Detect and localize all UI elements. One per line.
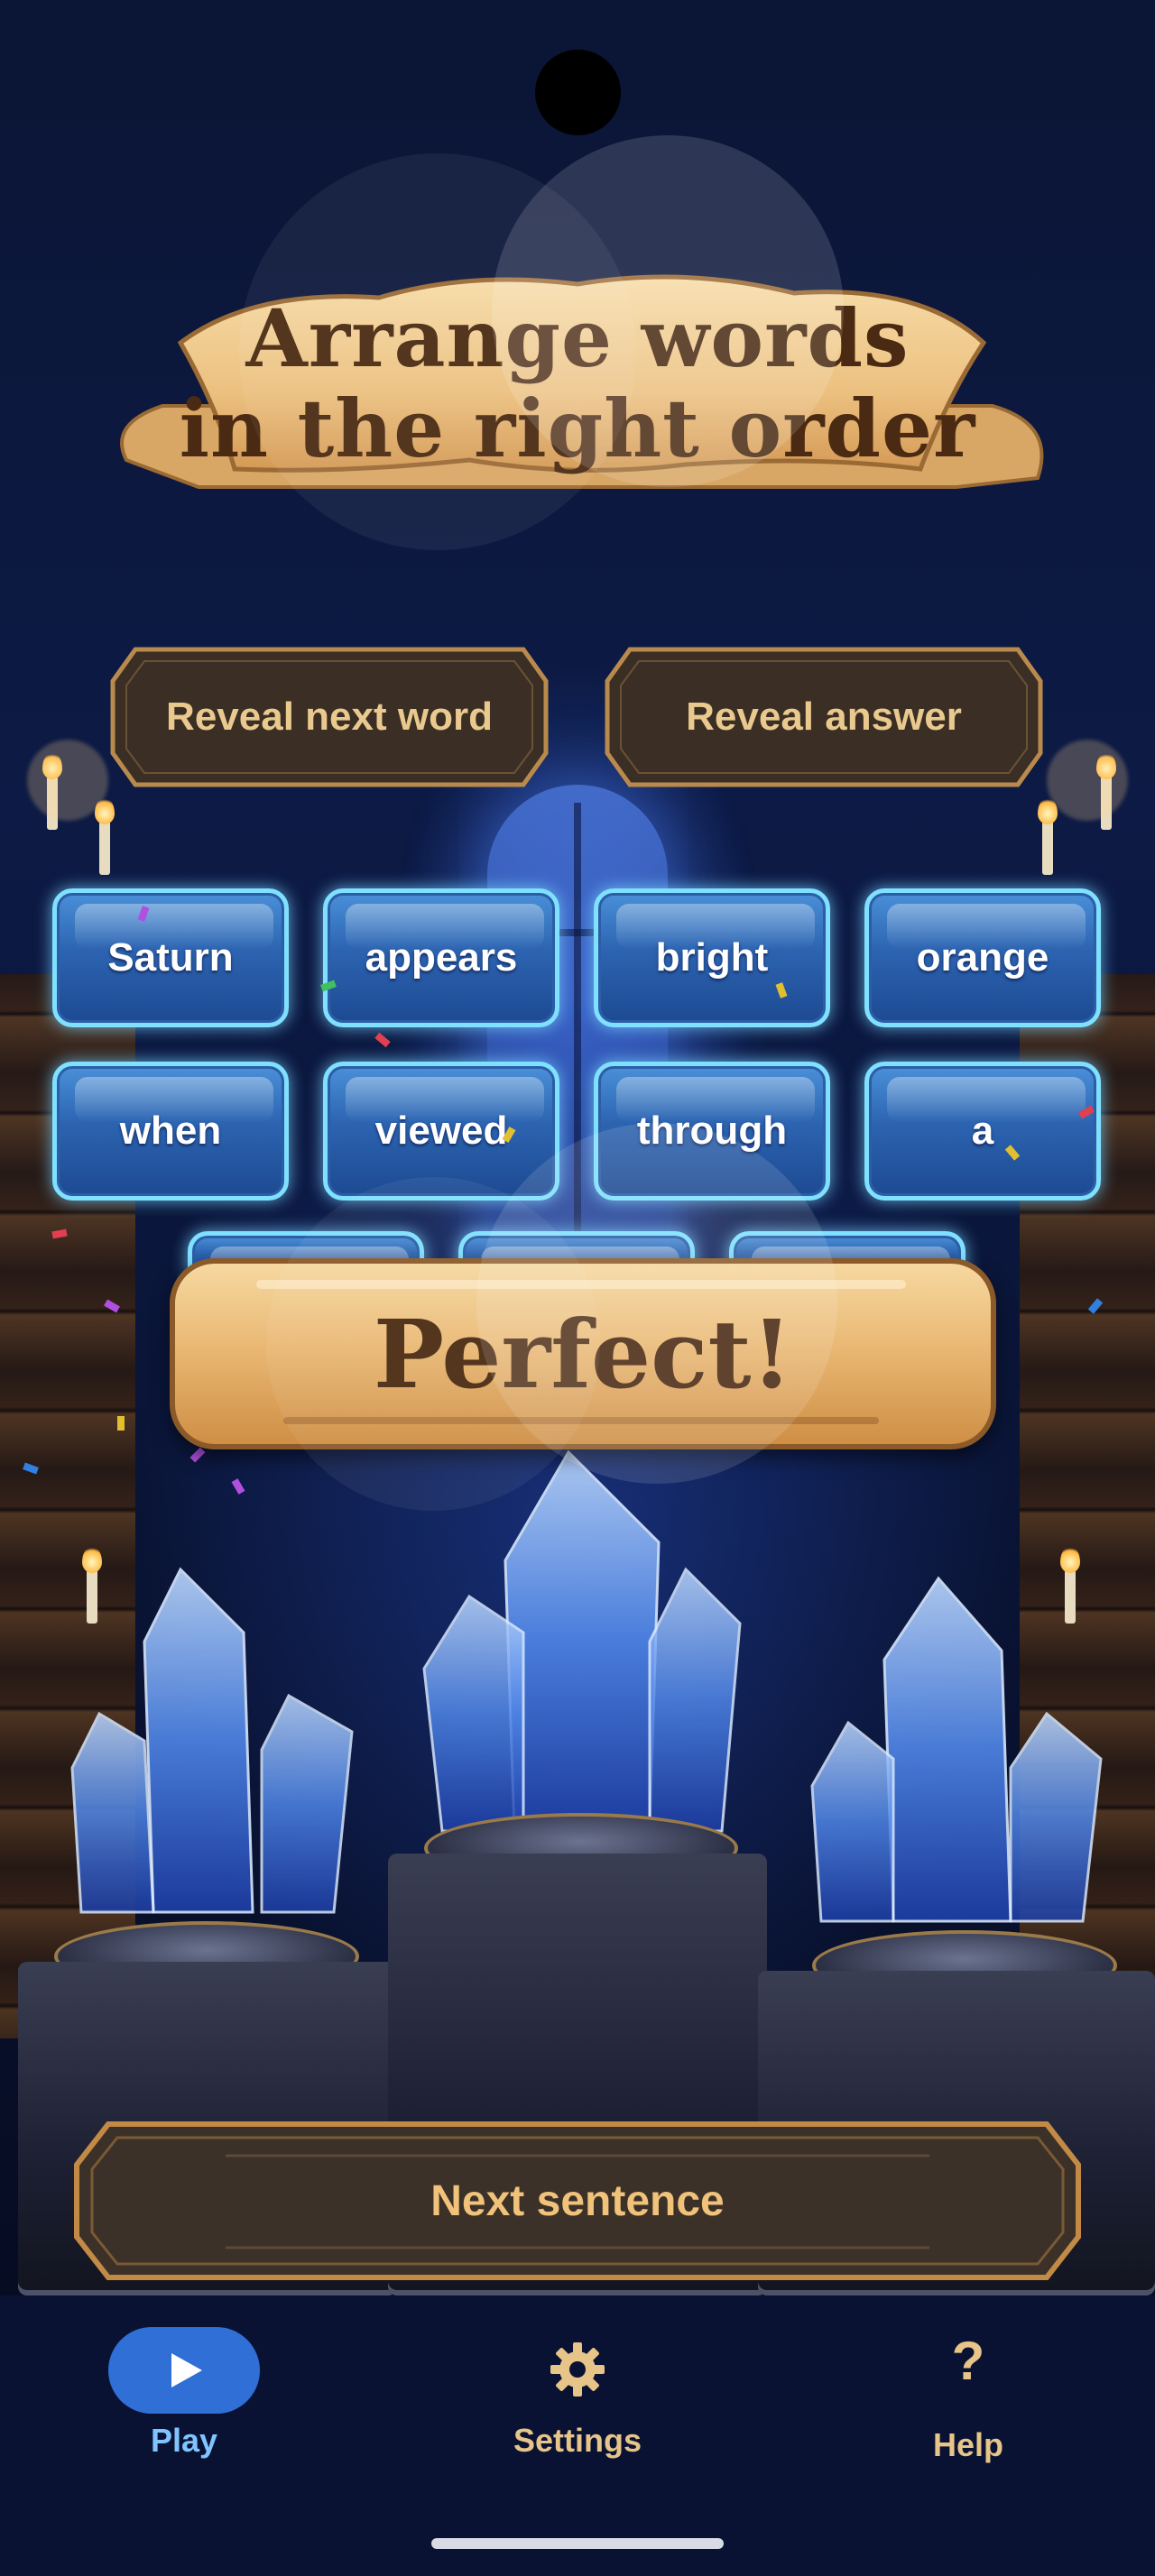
nav-help-label: Help xyxy=(932,2426,1003,2463)
nav-play-label: Play xyxy=(150,2422,218,2459)
reveal-answer-label: Reveal answer xyxy=(686,695,962,739)
nav-settings-label: Settings xyxy=(513,2422,642,2459)
question-mark-icon: ? xyxy=(951,2331,985,2391)
word-tile-label: a xyxy=(971,1109,994,1153)
word-tile-label: Saturn xyxy=(107,935,234,980)
next-sentence-label: Next sentence xyxy=(430,2176,725,2225)
camera-cutout xyxy=(535,50,621,135)
word-tile[interactable]: Saturn xyxy=(52,888,289,1027)
nav-play[interactable]: Play xyxy=(108,2295,379,2530)
word-tile-label: appears xyxy=(365,935,518,980)
crystal-left xyxy=(70,1567,354,1914)
next-sentence-button[interactable]: Next sentence xyxy=(72,2120,1083,2282)
gear-icon xyxy=(550,2342,605,2397)
word-tile[interactable]: when xyxy=(52,1062,289,1201)
nav-settings[interactable]: Settings xyxy=(442,2295,713,2530)
reveal-next-word-button[interactable]: Reveal next word xyxy=(108,645,550,789)
word-tile-label: viewed xyxy=(374,1109,508,1153)
word-tile-label: orange xyxy=(916,935,1049,980)
play-icon xyxy=(171,2353,202,2387)
word-tile[interactable]: a xyxy=(864,1062,1101,1201)
crystal-right xyxy=(810,1576,1103,1923)
candle xyxy=(95,797,115,875)
bottom-navigation: Play Settings ? Help xyxy=(0,2295,1155,2576)
word-tile[interactable]: appears xyxy=(323,888,559,1027)
word-tile[interactable]: bright xyxy=(594,888,830,1027)
word-tile-label: when xyxy=(119,1109,222,1153)
home-indicator xyxy=(431,2538,724,2549)
nav-help[interactable]: ? Help xyxy=(833,2295,1104,2530)
reveal-next-word-label: Reveal next word xyxy=(166,695,493,739)
word-tile-label: bright xyxy=(655,935,769,980)
reveal-answer-button[interactable]: Reveal answer xyxy=(603,645,1045,789)
candle xyxy=(1038,797,1058,875)
word-tile[interactable]: orange xyxy=(864,888,1101,1027)
